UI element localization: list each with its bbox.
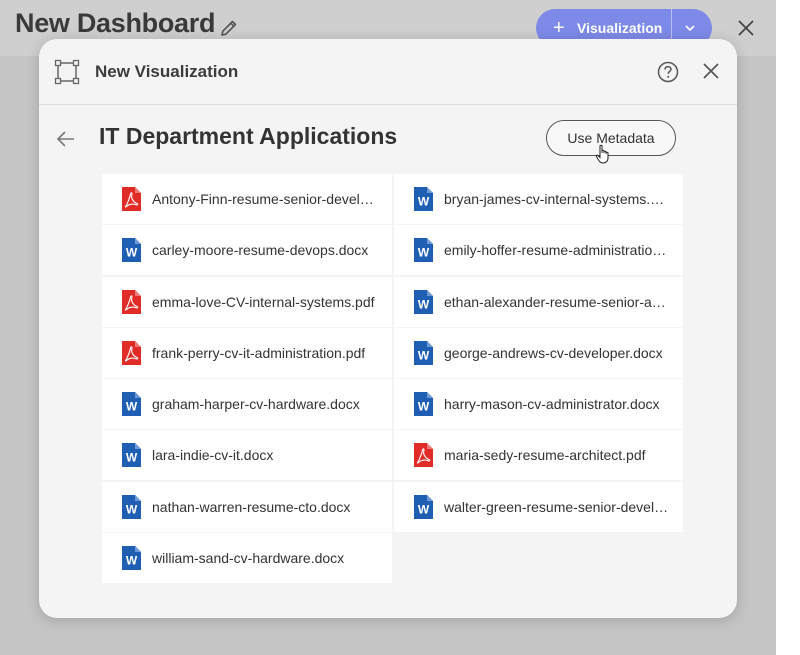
- file-name: maria-sedy-resume-architect.pdf: [444, 447, 646, 464]
- svg-text:W: W: [418, 400, 430, 414]
- svg-text:W: W: [418, 297, 430, 311]
- use-metadata-button[interactable]: Use Metadata: [546, 120, 676, 156]
- dashboard-title[interactable]: New Dashboard: [15, 8, 215, 39]
- svg-text:W: W: [126, 502, 138, 516]
- file-name: emily-hoffer-resume-administration.docx: [444, 242, 669, 259]
- file-name: william-sand-cv-hardware.docx: [152, 550, 345, 567]
- file-item[interactable]: Wemily-hoffer-resume-administration.docx: [394, 225, 683, 276]
- file-name: Antony-Finn-resume-senior-developer.pdf: [152, 191, 377, 207]
- svg-text:W: W: [126, 400, 138, 414]
- folder-title: IT Department Applications: [99, 123, 398, 149]
- file-name: lara-indie-cv-it.docx: [152, 447, 274, 464]
- word-file-icon: W: [120, 237, 142, 263]
- svg-text:W: W: [418, 348, 430, 362]
- file-name: graham-harper-cv-hardware.docx: [152, 396, 360, 413]
- svg-text:W: W: [418, 195, 430, 209]
- file-item[interactable]: Wethan-alexander-resume-senior-architect…: [394, 276, 683, 327]
- file-item[interactable]: Antony-Finn-resume-senior-developer.pdf: [102, 174, 392, 224]
- hand-cursor-icon: [595, 144, 609, 164]
- file-item[interactable]: Wharry-mason-cv-administrator.docx: [394, 379, 683, 430]
- file-name: harry-mason-cv-administrator.docx: [444, 396, 660, 413]
- file-name: carley-moore-resume-devops.docx: [152, 242, 369, 259]
- file-item[interactable]: emma-love-CV-internal-systems.pdf: [102, 276, 392, 327]
- file-name: frank-perry-cv-it-administration.pdf: [152, 344, 366, 361]
- file-item[interactable]: frank-perry-cv-it-administration.pdf: [102, 327, 392, 378]
- svg-text:W: W: [126, 451, 138, 465]
- file-name: nathan-warren-resume-cto.docx: [152, 498, 351, 515]
- pdf-file-icon: [120, 340, 142, 366]
- back-arrow-icon[interactable]: [56, 129, 76, 149]
- chevron-down-icon[interactable]: [683, 21, 697, 35]
- visualization-button-label: Visualization: [577, 20, 663, 36]
- word-file-icon: W: [120, 442, 142, 468]
- word-file-icon: W: [412, 289, 434, 315]
- new-visualization-dialog: New Visualization IT Department Applicat…: [39, 39, 737, 618]
- dialog-title: New Visualization: [95, 62, 239, 81]
- svg-text:W: W: [418, 502, 430, 516]
- word-file-icon: W: [120, 494, 142, 520]
- word-file-icon: W: [412, 494, 434, 520]
- file-item[interactable]: Wbryan-james-cv-internal-systems.docx: [394, 174, 683, 224]
- pdf-file-icon: [120, 289, 142, 315]
- word-file-icon: W: [412, 186, 434, 212]
- word-file-icon: W: [412, 391, 434, 417]
- svg-text:W: W: [126, 554, 138, 568]
- file-list: Antony-Finn-resume-senior-developer.pdf W…: [102, 174, 683, 584]
- word-file-icon: W: [412, 237, 434, 263]
- plus-icon: +: [553, 17, 565, 39]
- right-gutter: [776, 0, 800, 655]
- file-name: emma-love-CV-internal-systems.pdf: [152, 293, 375, 310]
- dialog-header: New Visualization: [39, 39, 737, 105]
- file-item[interactable]: Wwilliam-sand-cv-hardware.docx: [102, 533, 392, 584]
- file-item[interactable]: Wgeorge-andrews-cv-developer.docx: [394, 327, 683, 378]
- pdf-file-icon: [412, 442, 434, 468]
- file-item[interactable]: Wwalter-green-resume-senior-developer.do…: [394, 481, 683, 532]
- close-dashboard-icon[interactable]: [736, 18, 756, 38]
- svg-text:W: W: [418, 246, 430, 260]
- file-item[interactable]: Wnathan-warren-resume-cto.docx: [102, 481, 392, 532]
- file-name: ethan-alexander-resume-senior-architect.…: [444, 293, 669, 310]
- svg-text:W: W: [126, 246, 138, 260]
- close-icon[interactable]: [702, 62, 720, 80]
- file-name: george-andrews-cv-developer.docx: [444, 344, 663, 361]
- file-item[interactable]: Wgraham-harper-cv-hardware.docx: [102, 379, 392, 430]
- help-icon[interactable]: [657, 61, 679, 83]
- word-file-icon: W: [120, 545, 142, 571]
- file-item[interactable]: maria-sedy-resume-architect.pdf: [394, 430, 683, 481]
- file-item[interactable]: Wcarley-moore-resume-devops.docx: [102, 225, 392, 276]
- pdf-file-icon: [120, 186, 142, 212]
- word-file-icon: W: [120, 391, 142, 417]
- visualization-icon: [54, 59, 80, 85]
- file-name: bryan-james-cv-internal-systems.docx: [444, 191, 669, 207]
- pencil-icon[interactable]: [219, 18, 239, 38]
- file-name: walter-green-resume-senior-developer.doc…: [444, 498, 669, 515]
- file-item[interactable]: Wlara-indie-cv-it.docx: [102, 430, 392, 481]
- word-file-icon: W: [412, 340, 434, 366]
